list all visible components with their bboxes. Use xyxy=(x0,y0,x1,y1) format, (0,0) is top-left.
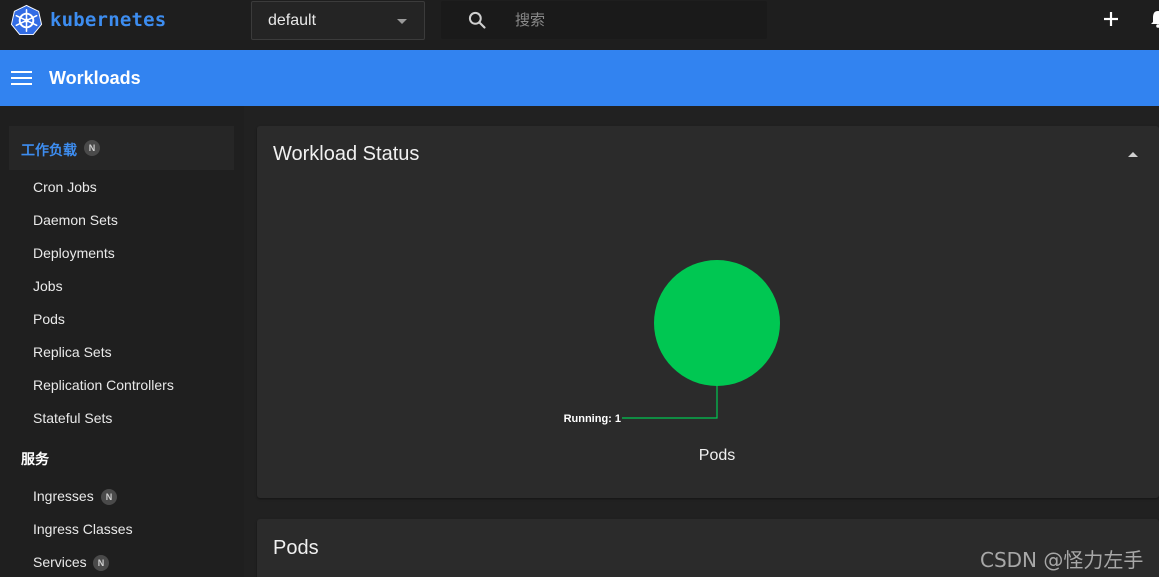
sidebar-item-deployments[interactable]: Deployments xyxy=(33,245,115,261)
sidebar-item-label: Services xyxy=(33,554,87,570)
new-badge: N xyxy=(93,555,109,571)
top-bar: kubernetes default xyxy=(0,0,1159,50)
sidebar-category-services[interactable]: 服务 xyxy=(21,449,49,469)
sidebar-item-services[interactable]: Services xyxy=(33,554,87,570)
sidebar-item-jobs[interactable]: Jobs xyxy=(33,278,63,294)
pie-slice-running[interactable] xyxy=(654,260,780,386)
chart-caption: Pods xyxy=(699,447,735,464)
new-badge: N xyxy=(101,489,117,505)
brand-name[interactable]: kubernetes xyxy=(50,9,166,31)
page-header: Workloads xyxy=(0,50,1159,106)
namespace-value: default xyxy=(268,12,317,29)
namespace-select[interactable]: default xyxy=(251,1,425,40)
slice-leader-line xyxy=(622,386,718,419)
sidebar-item-ingress-classes[interactable]: Ingress Classes xyxy=(33,521,133,537)
search-box[interactable] xyxy=(441,1,767,39)
sidebar-item-replica-sets[interactable]: Replica Sets xyxy=(33,344,112,360)
kubernetes-logo-icon[interactable] xyxy=(10,4,43,37)
sidebar-item-stateful-sets[interactable]: Stateful Sets xyxy=(33,410,112,426)
app-root: kubernetes default Workloads xyxy=(0,0,1159,577)
workload-status-card: Workload Status Running: 1 Pods xyxy=(257,126,1159,498)
card-title-pods: Pods xyxy=(273,537,319,559)
chevron-down-icon xyxy=(397,19,407,24)
new-badge: N xyxy=(84,140,100,156)
watermark: CSDN @怪力左手 xyxy=(980,548,1144,572)
sidebar-category-label: 工作负载 xyxy=(21,142,77,158)
sidebar-item-ingresses[interactable]: Ingresses xyxy=(33,488,94,504)
sidebar-item-daemon-sets[interactable]: Daemon Sets xyxy=(33,212,118,228)
sidebar-item-pods[interactable]: Pods xyxy=(33,311,65,327)
sidebar-item-label: Ingress Classes xyxy=(33,521,133,537)
sidebar-item-label: Ingresses xyxy=(33,488,94,504)
search-icon xyxy=(468,11,486,29)
plus-icon[interactable] xyxy=(1100,8,1122,30)
sidebar-item-cron-jobs[interactable]: Cron Jobs xyxy=(33,179,97,195)
search-input[interactable] xyxy=(515,9,745,31)
bell-icon[interactable] xyxy=(1151,10,1159,28)
sidebar-category-workloads[interactable]: 工作负载 N xyxy=(9,126,234,170)
sidebar-item-replication-controllers[interactable]: Replication Controllers xyxy=(33,377,174,393)
sidebar: 工作负载 N Cron Jobs Daemon Sets Deployments… xyxy=(0,106,244,577)
slice-label: Running: 1 xyxy=(564,413,621,425)
menu-icon[interactable] xyxy=(11,70,32,86)
page-title: Workloads xyxy=(49,68,141,88)
pods-pie-chart: Running: 1 Pods xyxy=(564,260,780,464)
